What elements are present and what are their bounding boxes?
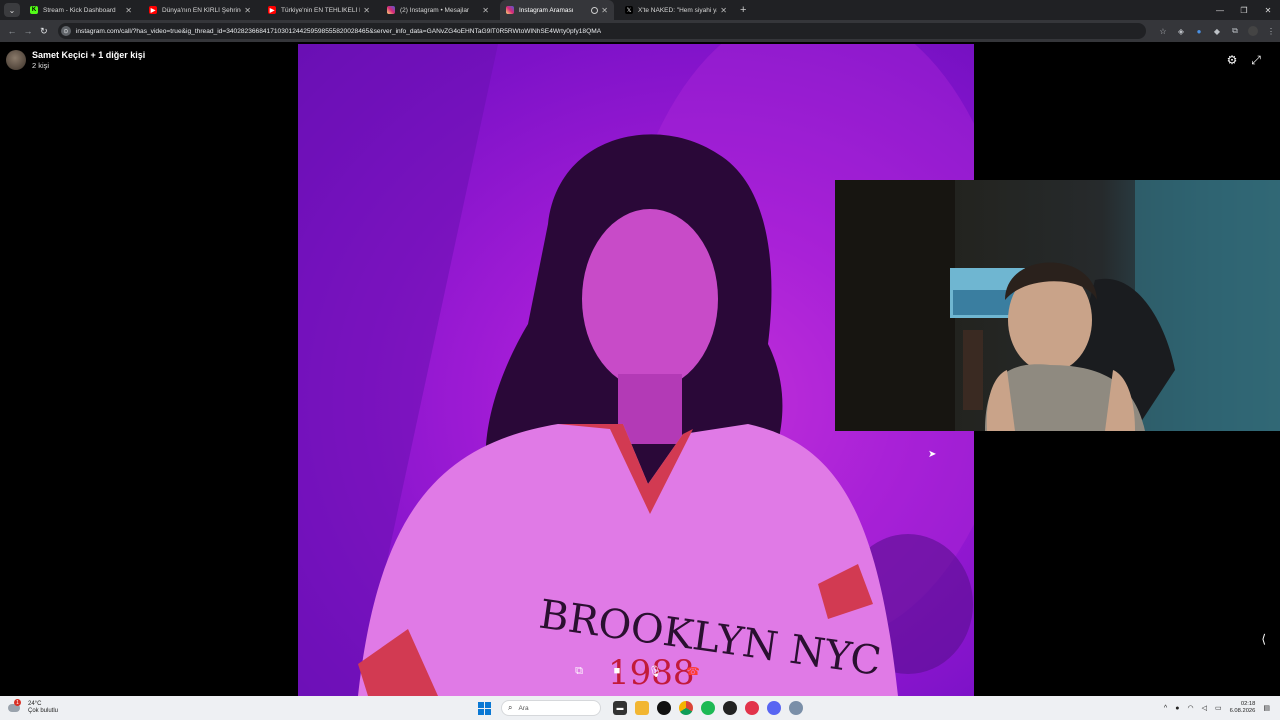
search-placeholder: Ara (518, 704, 529, 712)
self-video-feed (835, 180, 1280, 431)
site-info-icon[interactable]: ⊙ (60, 26, 71, 36)
weather-desc: Çok bulutlu (28, 708, 59, 714)
url-field[interactable]: ⊙ instagram.com/call/?has_video=true&ig_… (57, 23, 1146, 39)
screen-share-icon[interactable]: ⧉ (570, 662, 588, 680)
tab-title: Instagram Araması (519, 6, 574, 14)
settings-app-icon[interactable] (789, 701, 803, 715)
audio-playing-icon[interactable] (591, 6, 599, 14)
chevron-left-icon[interactable]: ⟨ (1261, 632, 1266, 646)
search-icon: ⌕ (508, 703, 513, 712)
spotify-icon[interactable] (701, 701, 715, 715)
minimize-icon[interactable]: — (1208, 0, 1232, 20)
profile-avatar[interactable] (1247, 26, 1258, 36)
tab-close-icon[interactable]: ✕ (482, 6, 489, 15)
instagram-icon (506, 6, 514, 14)
extension-icon-3[interactable]: ◆ (1208, 27, 1226, 36)
extension-icon[interactable]: ◈ (1172, 27, 1190, 36)
youtube-icon: ▶ (268, 6, 276, 14)
microphone-icon[interactable]: 🎙 (646, 662, 664, 680)
notification-badge: 1 (14, 699, 21, 706)
participant-count: 2 kişi (32, 61, 50, 70)
address-bar-row: ← → ↻ ⊙ instagram.com/call/?has_video=tr… (0, 20, 1280, 42)
back-icon[interactable]: ← (4, 26, 20, 36)
tab-close-icon[interactable]: ✕ (363, 6, 370, 15)
tab-close-icon[interactable]: ✕ (244, 6, 251, 15)
app-icon-game[interactable] (723, 701, 737, 715)
tab-kick-dashboard[interactable]: K Stream - Kick Dashboard ✕ (24, 0, 138, 20)
video-call-area: BROOKLYN NYC 1988 Samet Keçici + 1 diğer… (0, 44, 1280, 696)
tab-search-button[interactable]: ⌄ (4, 3, 20, 17)
time: 02:18 (1240, 701, 1256, 707)
discord-icon[interactable] (767, 701, 781, 715)
close-window-icon[interactable]: ✕ (1256, 0, 1280, 20)
start-button[interactable] (478, 701, 491, 715)
tab-youtube-1[interactable]: ▶ Dünya'nın EN KİRLİ Şehrine Gi... ✕ (143, 0, 257, 20)
bookmark-star-icon[interactable]: ☆ (1154, 27, 1172, 36)
tab-title: X'te NAKED: "Hem siyahi yahu... (638, 6, 717, 14)
task-view-icon[interactable]: ▬ (613, 701, 627, 715)
tab-title: Dünya'nın EN KİRLİ Şehrine Gi... (162, 6, 241, 14)
taskbar-search[interactable]: ⌕ Ara (501, 700, 601, 716)
date: 6.08.2026 (1229, 708, 1256, 714)
tab-youtube-2[interactable]: ▶ Türkiye'nin EN TEHLİKELİ Roma... ✕ (262, 0, 376, 20)
clock[interactable]: 02:18 6.08.2026 (1230, 701, 1256, 715)
tab-title: (2) Instagram • Mesajlar (400, 6, 470, 14)
weather-widget[interactable]: 1 24°C Çok bulutlu (8, 699, 59, 715)
tab-close-icon[interactable]: ✕ (125, 6, 132, 15)
call-header: Samet Keçici + 1 diğer kişi 2 kişi (6, 50, 145, 70)
window-controls: — ❐ ✕ (1208, 0, 1280, 20)
tab-title: Stream - Kick Dashboard (43, 6, 116, 14)
tab-instagram-call[interactable]: Instagram Araması ✕ (500, 0, 614, 20)
file-explorer-icon[interactable] (635, 701, 649, 715)
tab-instagram-messages[interactable]: (2) Instagram • Mesajlar ✕ (381, 0, 495, 20)
extensions-puzzle-icon[interactable]: ⧉ (1226, 26, 1244, 36)
app-icon-dark[interactable] (657, 701, 671, 715)
chrome-icon[interactable] (679, 701, 693, 715)
youtube-icon: ▶ (149, 6, 157, 14)
forward-icon[interactable]: → (20, 26, 36, 36)
avatar[interactable] (6, 50, 26, 70)
fullscreen-expand-icon[interactable]: ⤢ (1249, 53, 1263, 67)
x-icon: 𝕏 (625, 6, 633, 14)
camera-icon[interactable]: ■ (608, 662, 626, 680)
weather-temp: 24°C (28, 701, 42, 707)
call-controls: ⧉ ■ 🎙 ☎ (570, 662, 702, 680)
tab-close-icon[interactable]: ✕ (601, 6, 608, 15)
app-icon-red[interactable] (745, 701, 759, 715)
system-tray: ^ ● ◠ ◁ ▭ 02:18 6.08.2026 ▤ (1160, 696, 1274, 720)
kick-icon: K (30, 6, 38, 14)
taskbar-center: ⌕ Ara ▬ (478, 696, 807, 720)
tray-overflow-icon[interactable]: ^ (1164, 705, 1167, 712)
tab-close-icon[interactable]: ✕ (720, 6, 727, 15)
extension-icon-2[interactable]: ● (1190, 27, 1208, 36)
tab-title: Türkiye'nin EN TEHLİKELİ Roma... (281, 6, 360, 14)
notifications-icon[interactable]: ▤ (1263, 704, 1270, 712)
browser-toolbar: ☆ ◈ ● ◆ ⧉ ⋮ (1154, 26, 1280, 36)
cloud-icon: 1 (8, 699, 22, 714)
volume-icon[interactable]: ◁ (1202, 704, 1207, 712)
instagram-icon (387, 6, 395, 14)
participant-name[interactable]: Samet Keçici + 1 diğer kişi (32, 50, 145, 60)
settings-gear-icon[interactable]: ⚙ (1225, 53, 1239, 67)
end-call-icon[interactable]: ☎ (684, 662, 702, 680)
windows-taskbar: 1 24°C Çok bulutlu ⌕ Ara ▬ ^ ● ◠ ◁ ▭ 02:… (0, 696, 1280, 720)
wifi-icon[interactable]: ◠ (1187, 704, 1193, 712)
browser-tab-bar: ⌄ K Stream - Kick Dashboard ✕ ▶ Dünya'nı… (0, 0, 1280, 20)
mouse-cursor-icon: ➤ (928, 449, 937, 460)
tab-x-post[interactable]: 𝕏 X'te NAKED: "Hem siyahi yahu... ✕ (619, 0, 733, 20)
self-participant-image (835, 180, 1280, 431)
tray-app-icon[interactable]: ● (1175, 705, 1179, 712)
more-menu-icon[interactable]: ⋮ (1262, 27, 1280, 36)
maximize-icon[interactable]: ❐ (1232, 0, 1256, 20)
battery-icon[interactable]: ▭ (1215, 704, 1222, 712)
url-text: instagram.com/call/?has_video=true&ig_th… (75, 27, 602, 35)
new-tab-button[interactable]: + (740, 4, 746, 16)
reload-icon[interactable]: ↻ (36, 26, 52, 37)
